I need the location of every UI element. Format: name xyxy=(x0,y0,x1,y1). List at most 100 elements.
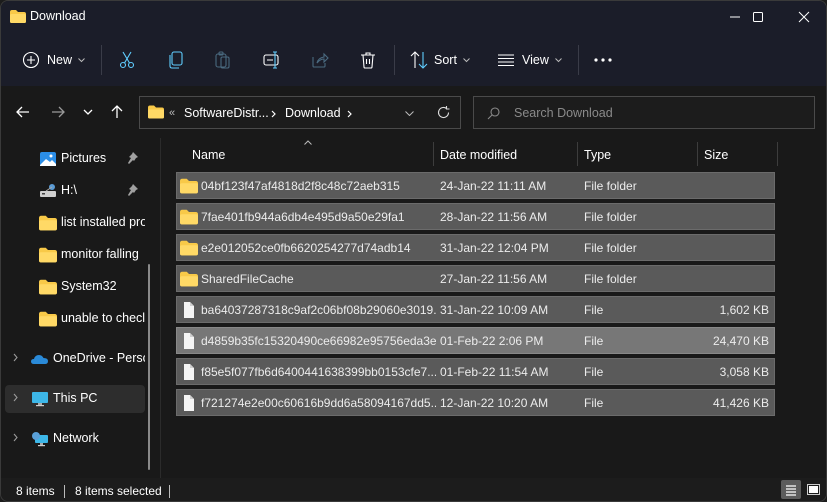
search-box[interactable]: Search Download xyxy=(473,96,815,129)
details-view-button[interactable] xyxy=(781,480,801,499)
column-header-size[interactable]: Size xyxy=(704,142,728,168)
file-row[interactable]: SharedFileCache 27-Jan-22 11:56 AM File fo… xyxy=(176,265,775,292)
status-separator xyxy=(64,485,65,498)
network-icon xyxy=(32,432,48,447)
details-view-icon xyxy=(786,484,796,496)
new-label: New xyxy=(47,53,73,67)
new-button[interactable]: New xyxy=(22,39,85,81)
folder-icon xyxy=(180,271,198,287)
file-date-modified: 28-Jan-22 11:56 AM xyxy=(440,210,548,224)
sidebar-item-folder[interactable]: unable to checl xyxy=(5,305,145,333)
column-header-name[interactable]: Name xyxy=(192,142,225,168)
file-list: Name Date modified Type Size 04bf123f47a… xyxy=(161,138,826,478)
chevron-right-icon[interactable] xyxy=(13,433,18,442)
rename-icon xyxy=(263,51,279,69)
large-icons-view-button[interactable] xyxy=(803,480,823,499)
folder-icon xyxy=(39,247,57,263)
column-separator[interactable] xyxy=(777,142,778,166)
view-icon xyxy=(498,54,514,66)
sidebar-item-label: OneDrive - Perso xyxy=(53,351,145,365)
search-icon xyxy=(487,107,500,120)
sidebar-item-onedrive[interactable]: OneDrive - Perso xyxy=(5,345,145,373)
arrow-right-icon xyxy=(52,106,65,118)
address-history-chevron-icon[interactable] xyxy=(405,111,414,116)
address-bar[interactable]: « SoftwareDistr... Download xyxy=(139,96,461,129)
file-type: File xyxy=(584,396,604,410)
sort-label: Sort xyxy=(434,53,457,67)
sort-ascending-icon xyxy=(304,140,312,145)
file-name: SharedFileCache xyxy=(201,272,294,286)
chevron-right-icon[interactable] xyxy=(271,110,276,118)
column-separator[interactable] xyxy=(577,142,578,166)
search-input[interactable]: Search Download xyxy=(514,106,613,120)
pin-icon[interactable] xyxy=(126,152,138,164)
recent-locations-button[interactable] xyxy=(76,100,100,124)
file-type: File xyxy=(584,303,604,317)
sort-button[interactable]: Sort xyxy=(410,39,470,81)
pictures-icon xyxy=(40,152,56,166)
sidebar-item-label: monitor falling xyxy=(61,247,139,261)
file-icon xyxy=(184,364,194,380)
back-button[interactable] xyxy=(11,100,35,124)
file-row[interactable]: e2e012052ce0fb6620254277d74adb14 31-Jan-2… xyxy=(176,234,775,261)
more-options-button[interactable] xyxy=(594,39,612,81)
view-button[interactable]: View xyxy=(498,39,562,81)
up-button[interactable] xyxy=(105,100,129,124)
file-name: e2e012052ce0fb6620254277d74adb14 xyxy=(201,241,411,255)
file-date-modified: 31-Jan-22 12:04 PM xyxy=(440,241,549,255)
file-name: 7fae401fb944a6db4e495d9a50e29fa1 xyxy=(201,210,405,224)
sidebar-item-folder[interactable]: System32 xyxy=(5,273,145,301)
chevron-right-icon[interactable] xyxy=(13,393,18,402)
sidebar-item-folder[interactable]: list installed pro xyxy=(5,209,145,237)
file-date-modified: 24-Jan-22 11:11 AM xyxy=(440,179,547,193)
sidebar-scrollbar[interactable] xyxy=(148,264,150,470)
file-row[interactable]: 7fae401fb944a6db4e495d9a50e29fa1 28-Jan-2… xyxy=(176,203,775,230)
sidebar-item-pictures[interactable]: Pictures xyxy=(5,145,145,173)
view-label: View xyxy=(522,53,549,67)
copy-icon xyxy=(169,51,183,69)
share-icon xyxy=(312,52,329,68)
forward-button[interactable] xyxy=(46,100,70,124)
copy-button[interactable] xyxy=(168,39,184,81)
breadcrumb-segment[interactable]: Download xyxy=(285,106,341,120)
paste-button[interactable] xyxy=(215,39,231,81)
sidebar-item-h-drive[interactable]: H:\ xyxy=(5,177,145,205)
cut-button[interactable] xyxy=(119,39,135,81)
chevron-right-icon[interactable] xyxy=(13,353,18,362)
refresh-icon[interactable] xyxy=(437,106,450,119)
plus-circle-icon xyxy=(22,51,40,69)
file-row[interactable]: ba64037287318c9af2c06bf08b29060e3019... 3… xyxy=(176,296,775,323)
column-header-date-modified[interactable]: Date modified xyxy=(440,142,517,168)
selected-count: 8 items selected xyxy=(75,484,162,498)
rename-button[interactable] xyxy=(263,39,281,81)
column-separator[interactable] xyxy=(697,142,698,166)
file-row[interactable]: 04bf123f47af4818d2f8c48c72aeb315 24-Jan-2… xyxy=(176,172,775,199)
sidebar-item-this-pc[interactable]: This PC xyxy=(5,385,145,413)
pin-icon[interactable] xyxy=(126,184,138,196)
file-row[interactable]: f85e5f077fb6d6400441638399bb0153cfe7... 0… xyxy=(176,358,775,385)
chevron-down-icon xyxy=(83,109,93,115)
command-bar: New Sort View xyxy=(1,39,826,81)
sidebar-item-network[interactable]: Network xyxy=(5,425,145,453)
file-size: 1,602 KB xyxy=(719,303,769,317)
file-row[interactable]: f721274e2e00c60616b9dd6a58094167dd5... 12… xyxy=(176,389,775,416)
file-row[interactable]: d4859b35fc15320490ce66982e95756eda3e... 0… xyxy=(176,327,775,354)
file-type: File folder xyxy=(584,272,637,286)
sidebar-item-folder[interactable]: monitor falling xyxy=(5,241,145,269)
folder-icon xyxy=(39,215,57,231)
breadcrumb-overflow[interactable]: « xyxy=(169,107,175,119)
share-button[interactable] xyxy=(311,39,329,81)
maximize-button[interactable] xyxy=(735,1,781,33)
file-type: File xyxy=(584,365,604,379)
file-date-modified: 31-Jan-22 10:09 AM xyxy=(440,303,549,317)
column-header-type[interactable]: Type xyxy=(584,142,611,168)
delete-button[interactable] xyxy=(360,39,376,81)
file-type: File folder xyxy=(584,179,637,193)
close-button[interactable] xyxy=(781,1,826,33)
breadcrumb-segment[interactable]: SoftwareDistr... xyxy=(184,106,269,120)
folder-icon xyxy=(180,209,198,225)
navigation-pane: Pictures H:\ list installed pro monitor … xyxy=(1,138,161,478)
chevron-right-icon[interactable] xyxy=(347,110,352,118)
column-separator[interactable] xyxy=(433,142,434,166)
file-date-modified: 01-Feb-22 11:54 AM xyxy=(440,365,549,379)
